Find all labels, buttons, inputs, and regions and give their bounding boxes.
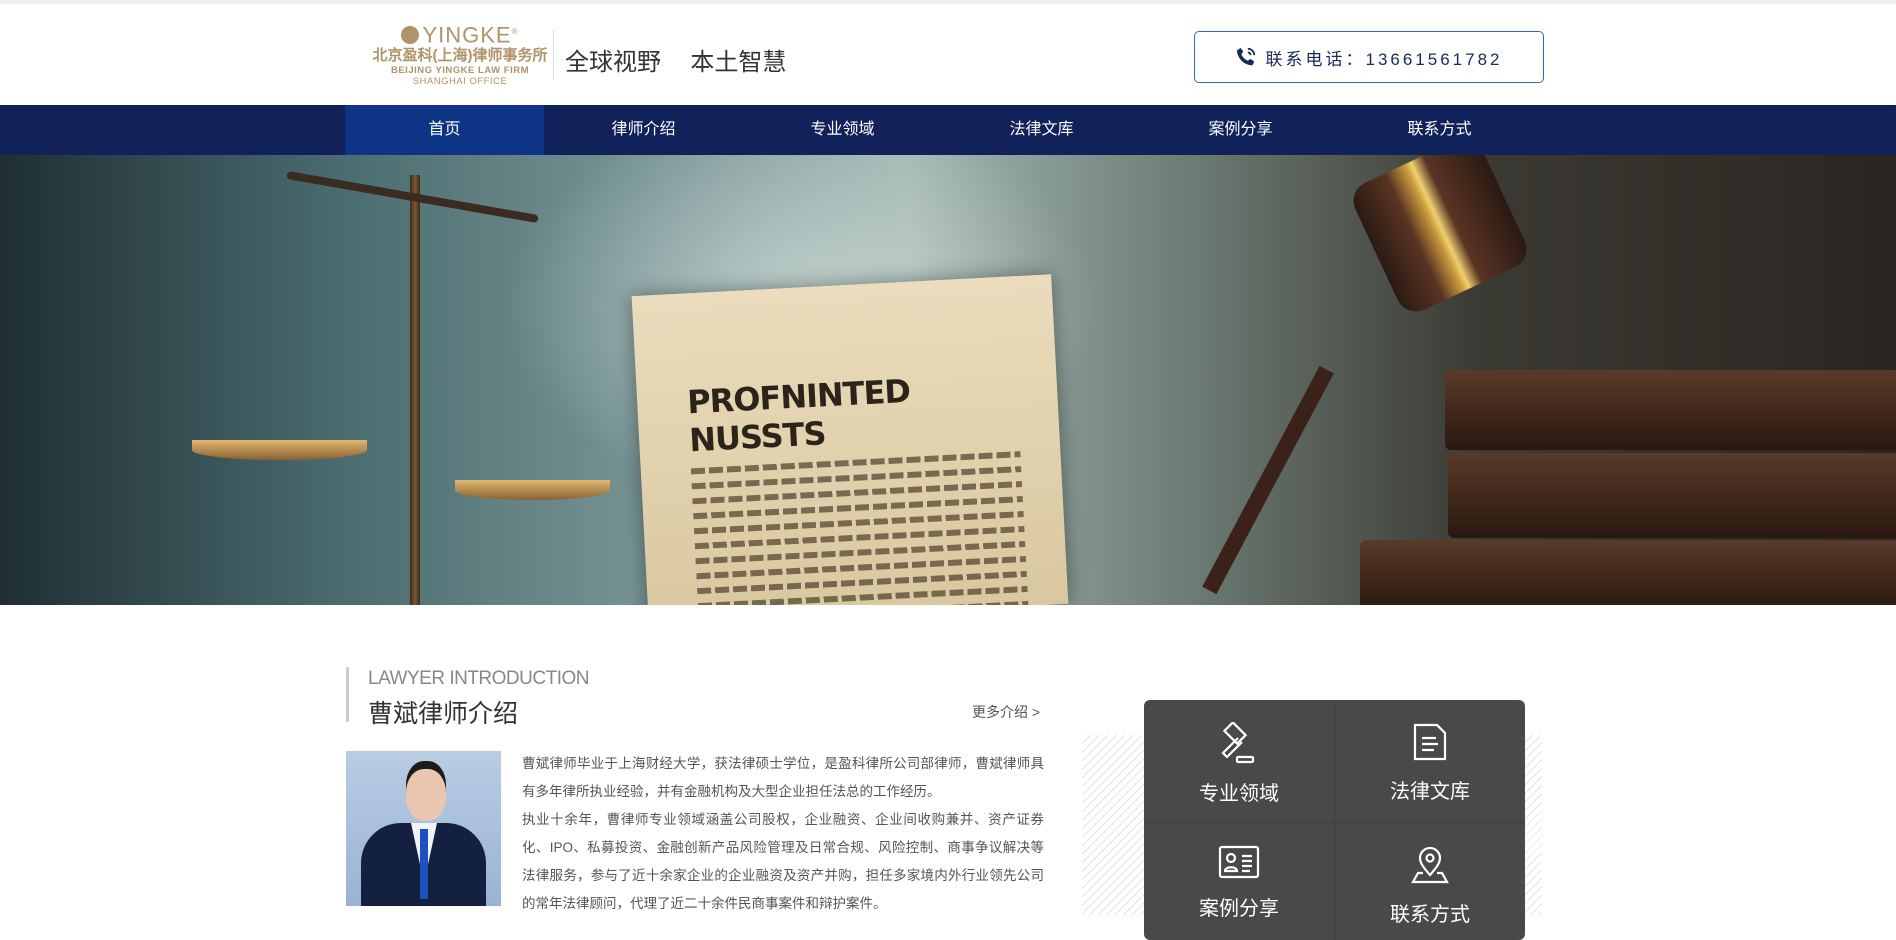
- nav-lawyer-intro[interactable]: 律师介绍: [544, 105, 743, 155]
- quick-link-label: 专业领域: [1199, 783, 1279, 805]
- intro-paragraph: 曹斌律师毕业于上海财经大学，获法律硕士学位，是盈科律所公司部律师，曹斌律师具有多…: [522, 756, 1044, 799]
- quick-link-law-library[interactable]: 法律文库: [1335, 700, 1525, 822]
- gavel-icon: [1221, 720, 1255, 764]
- main-nav: 首页 律师介绍 专业领域 法律文库 案例分享 联系方式: [0, 105, 1896, 155]
- logo-brand: YINGKE: [422, 22, 512, 48]
- id-card-icon: [1218, 845, 1260, 879]
- location-pin-icon: [1411, 846, 1449, 884]
- lawyer-photo: [346, 751, 501, 906]
- books-image: [1445, 370, 1896, 450]
- registered-mark: ®: [511, 27, 519, 36]
- top-border: [0, 0, 1896, 4]
- quick-link-label: 法律文库: [1390, 781, 1470, 803]
- nav-home[interactable]: 首页: [345, 105, 544, 155]
- intro-paragraph: 执业十余年，曹律师专业领域涵盖公司股权，企业融资、企业间收购兼并、资产证券化、I…: [522, 812, 1044, 911]
- paper-heading: PROFNINTED NUSSTS: [686, 371, 911, 460]
- lawyer-intro-text: 曹斌律师毕业于上海财经大学，获法律硕士学位，是盈科律所公司部律师，曹斌律师具有多…: [522, 750, 1044, 918]
- logo-name-en: BEIJING YINGKE LAW FIRM: [390, 65, 529, 77]
- logo-name-cn: 北京盈科(上海)律师事务所: [372, 47, 548, 65]
- quick-link-label: 案例分享: [1199, 898, 1279, 920]
- phone-contact-box[interactable]: 联系电话：13661561782: [1194, 31, 1544, 83]
- quick-link-contact[interactable]: 联系方式: [1335, 823, 1525, 940]
- quick-link-label: 联系方式: [1390, 904, 1470, 926]
- nav-contact[interactable]: 联系方式: [1340, 105, 1539, 155]
- document-image: PROFNINTED NUSSTS: [631, 274, 1069, 605]
- logo-office: SHANGHAI OFFICE: [412, 76, 508, 88]
- header-divider: [553, 30, 554, 80]
- quick-link-case-sharing[interactable]: 案例分享: [1144, 823, 1334, 940]
- phone-label: 联系电话：13661561782: [1265, 49, 1503, 69]
- quick-link-practice-areas[interactable]: 专业领域: [1144, 700, 1334, 822]
- gavel-image: [1346, 155, 1534, 319]
- section-accent-bar: [346, 667, 349, 722]
- document-icon: [1413, 723, 1447, 761]
- logo-emblem-icon: [401, 26, 420, 45]
- slogan: 全球视野 本土智慧: [565, 49, 787, 76]
- hero-banner[interactable]: PROFNINTED NUSSTS: [0, 155, 1896, 605]
- nav-practice-areas[interactable]: 专业领域: [743, 105, 942, 155]
- more-intro-link[interactable]: 更多介绍 >: [972, 702, 1040, 722]
- scales-of-justice-image: [410, 175, 420, 605]
- section-title: 曹斌律师介绍: [368, 700, 519, 728]
- quick-links-panel: 专业领域 法律文库 案例分享 联系方式: [1144, 700, 1525, 940]
- nav-law-library[interactable]: 法律文库: [942, 105, 1141, 155]
- site-logo[interactable]: YINGKE® 北京盈科(上海)律师事务所 BEIJING YINGKE LAW…: [345, 20, 575, 90]
- phone-icon: [1237, 47, 1256, 66]
- nav-case-sharing[interactable]: 案例分享: [1141, 105, 1340, 155]
- section-subtitle: LAWYER INTRODUCTION: [368, 668, 589, 689]
